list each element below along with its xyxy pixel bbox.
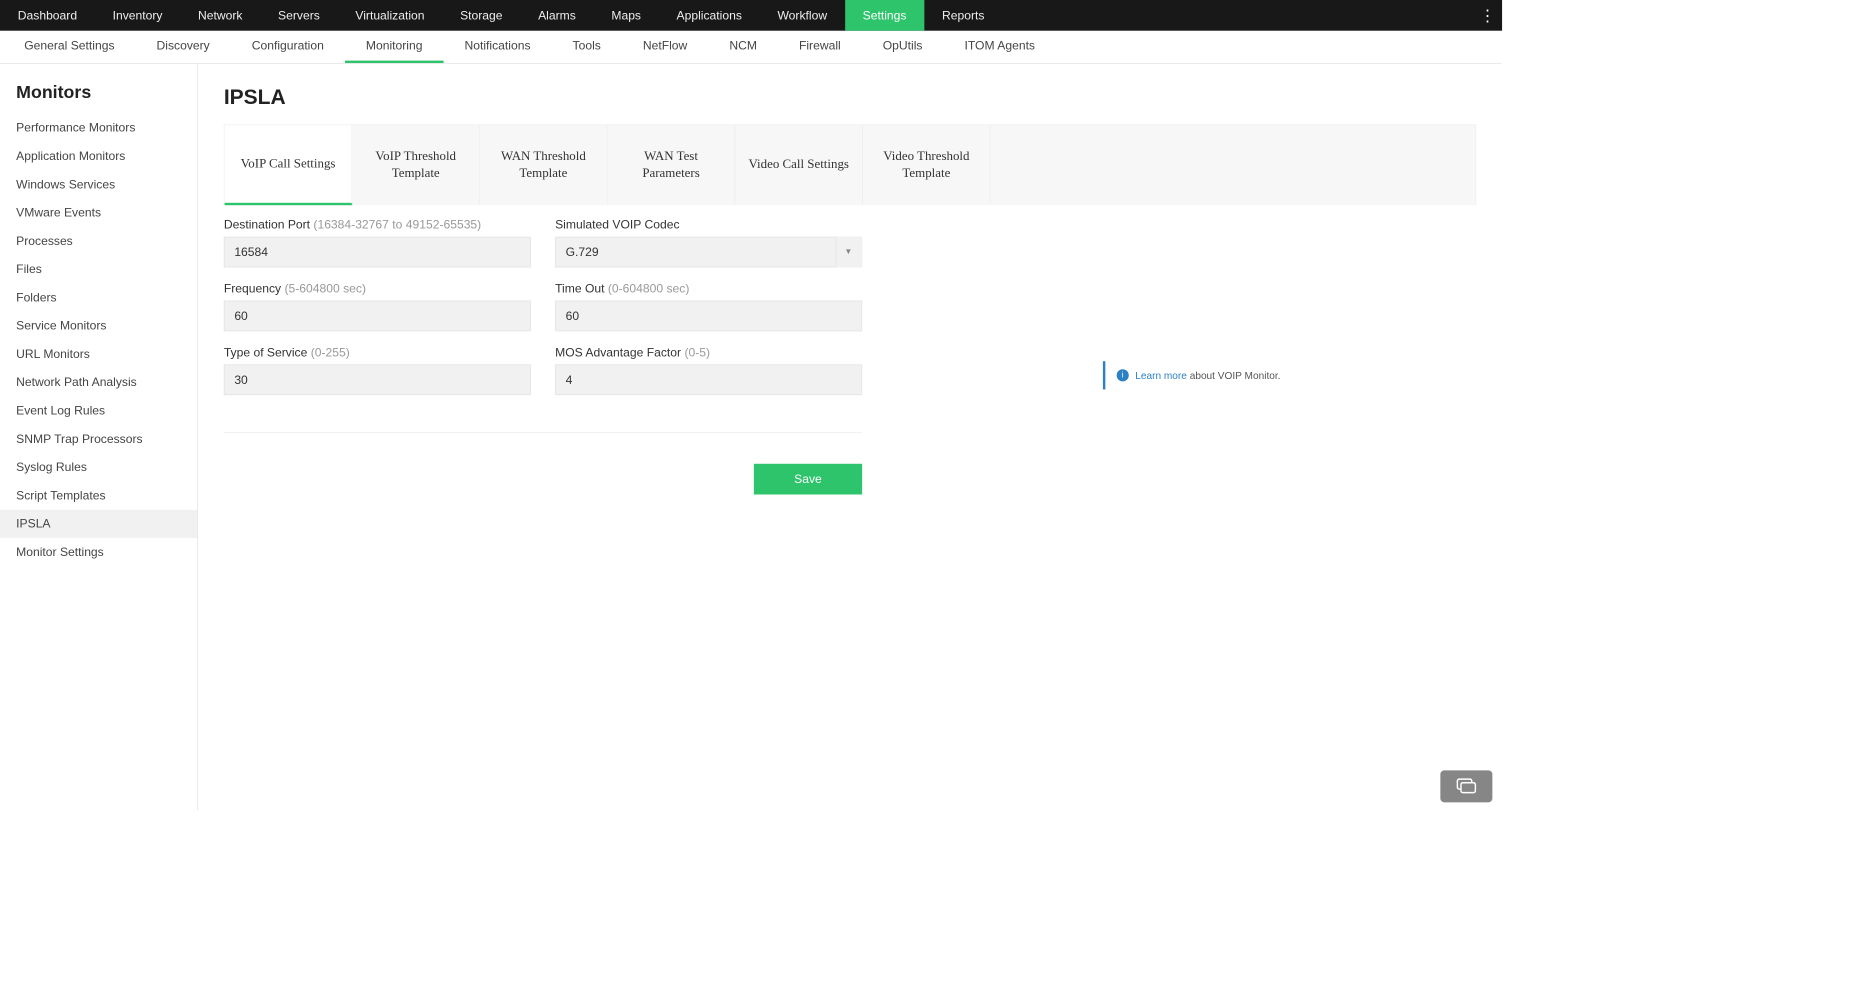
sidebar-item-event-log-rules[interactable]: Event Log Rules — [0, 397, 197, 425]
content-tab-wan-test-parameters[interactable]: WAN Test Parameters — [608, 125, 736, 205]
page-title: IPSLA — [224, 85, 1476, 110]
nav-tab-dashboard[interactable]: Dashboard — [0, 0, 95, 31]
frequency-input[interactable] — [224, 301, 531, 332]
nav-tab-network[interactable]: Network — [180, 0, 260, 31]
mos-label: MOS Advantage Factor (0-5) — [555, 346, 862, 360]
sidebar-item-script-templates[interactable]: Script Templates — [0, 482, 197, 510]
subnav-tab-monitoring[interactable]: Monitoring — [345, 31, 444, 63]
nav-tab-inventory[interactable]: Inventory — [95, 0, 180, 31]
subnav-tab-oputils[interactable]: OpUtils — [862, 31, 944, 63]
nav-tab-virtualization[interactable]: Virtualization — [338, 0, 443, 31]
nav-tab-workflow[interactable]: Workflow — [760, 0, 845, 31]
dest-port-input[interactable] — [224, 237, 531, 268]
subnav-tab-notifications[interactable]: Notifications — [443, 31, 551, 63]
sidebar-item-service-monitors[interactable]: Service Monitors — [0, 312, 197, 340]
info-text: about VOIP Monitor. — [1187, 370, 1281, 381]
sidebar-item-network-path-analysis[interactable]: Network Path Analysis — [0, 368, 197, 396]
info-box: i Learn more about VOIP Monitor. — [1103, 361, 1289, 389]
save-button[interactable]: Save — [754, 464, 862, 495]
content-tab-wan-threshold-template[interactable]: WAN Threshold Template — [480, 125, 608, 205]
content-tab-video-call-settings[interactable]: Video Call Settings — [735, 125, 863, 205]
tos-input[interactable] — [224, 364, 531, 395]
sidebar-title: Monitors — [0, 82, 197, 114]
nav-tab-settings[interactable]: Settings — [845, 0, 924, 31]
nav-tab-storage[interactable]: Storage — [442, 0, 520, 31]
mos-input[interactable] — [555, 364, 862, 395]
content-tab-voip-call-settings[interactable]: VoIP Call Settings — [225, 125, 353, 205]
sidebar-item-files[interactable]: Files — [0, 255, 197, 283]
sidebar-item-monitor-settings[interactable]: Monitor Settings — [0, 538, 197, 566]
subnav-tab-tools[interactable]: Tools — [552, 31, 622, 63]
timeout-input[interactable] — [555, 301, 862, 332]
sidebar-item-processes[interactable]: Processes — [0, 227, 197, 255]
sidebar-item-folders[interactable]: Folders — [0, 284, 197, 312]
subnav-tab-itom-agents[interactable]: ITOM Agents — [943, 31, 1056, 63]
content-tab-voip-threshold-template[interactable]: VoIP Threshold Template — [352, 125, 480, 205]
subnav-tab-ncm[interactable]: NCM — [708, 31, 778, 63]
sidebar-item-application-monitors[interactable]: Application Monitors — [0, 142, 197, 170]
dest-port-label: Destination Port (16384-32767 to 49152-6… — [224, 218, 531, 232]
sidebar: Monitors Performance MonitorsApplication… — [0, 64, 198, 811]
tos-label: Type of Service (0-255) — [224, 346, 531, 360]
sidebar-item-url-monitors[interactable]: URL Monitors — [0, 340, 197, 368]
sidebar-item-windows-services[interactable]: Windows Services — [0, 170, 197, 198]
nav-tab-reports[interactable]: Reports — [924, 0, 1002, 31]
content-tab-video-threshold-template[interactable]: Video Threshold Template — [863, 125, 991, 205]
subnav-tab-general-settings[interactable]: General Settings — [3, 31, 135, 63]
subnav-tab-firewall[interactable]: Firewall — [778, 31, 862, 63]
subnav-tab-discovery[interactable]: Discovery — [136, 31, 231, 63]
sidebar-item-ipsla[interactable]: IPSLA — [0, 510, 197, 538]
content-tabs: VoIP Call SettingsVoIP Threshold Templat… — [224, 124, 1476, 205]
frequency-label: Frequency (5-604800 sec) — [224, 282, 531, 296]
learn-more-link[interactable]: Learn more — [1135, 370, 1187, 381]
main-content: IPSLA VoIP Call SettingsVoIP Threshold T… — [198, 64, 1502, 811]
chat-icon[interactable] — [1440, 770, 1492, 802]
info-icon: i — [1117, 369, 1129, 381]
nav-tab-alarms[interactable]: Alarms — [520, 0, 593, 31]
codec-label: Simulated VOIP Codec — [555, 218, 862, 232]
subnav-tab-netflow[interactable]: NetFlow — [622, 31, 708, 63]
sidebar-item-performance-monitors[interactable]: Performance Monitors — [0, 114, 197, 142]
nav-tab-servers[interactable]: Servers — [260, 0, 337, 31]
nav-tab-maps[interactable]: Maps — [594, 0, 659, 31]
subnav-tab-configuration[interactable]: Configuration — [231, 31, 345, 63]
kebab-menu-icon[interactable]: ⋮ — [1473, 0, 1502, 31]
nav-tab-applications[interactable]: Applications — [659, 0, 760, 31]
sidebar-item-syslog-rules[interactable]: Syslog Rules — [0, 453, 197, 481]
primary-nav: DashboardInventoryNetworkServersVirtuali… — [0, 0, 1502, 31]
secondary-nav: General SettingsDiscoveryConfigurationMo… — [0, 31, 1502, 64]
codec-select[interactable] — [555, 237, 862, 268]
sidebar-item-vmware-events[interactable]: VMware Events — [0, 199, 197, 227]
timeout-label: Time Out (0-604800 sec) — [555, 282, 862, 296]
sidebar-item-snmp-trap-processors[interactable]: SNMP Trap Processors — [0, 425, 197, 453]
